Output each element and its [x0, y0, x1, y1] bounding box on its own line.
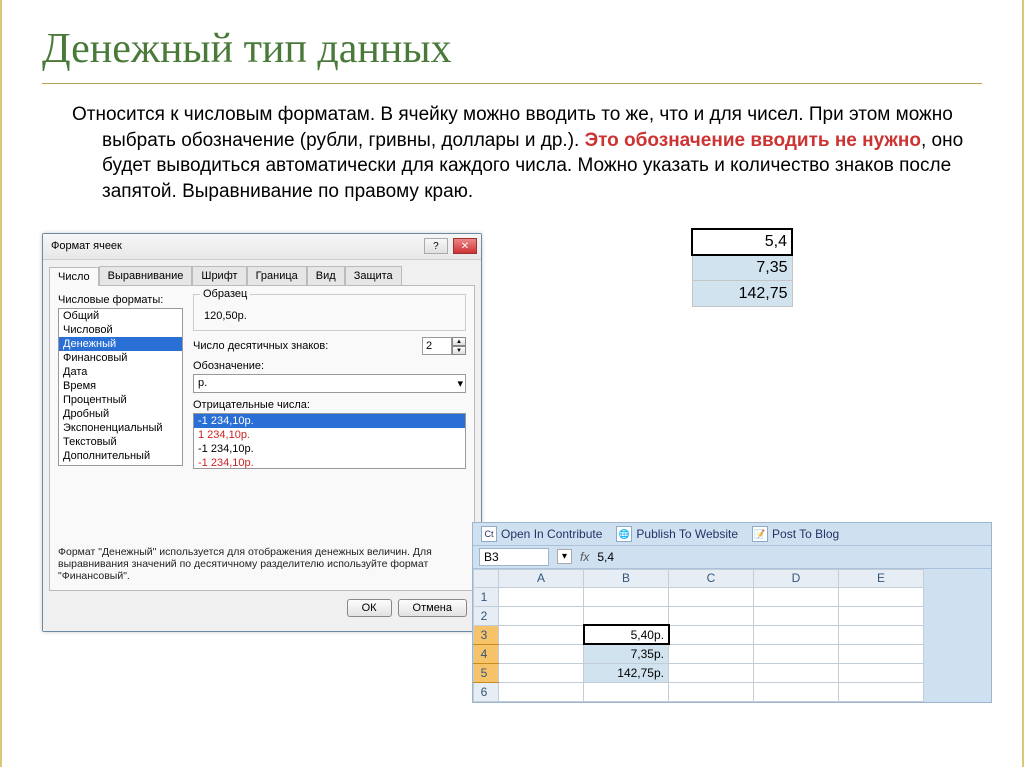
name-box[interactable]: B3	[479, 548, 549, 566]
list-item[interactable]: Процентный	[59, 393, 182, 407]
sample-box: Образец 120,50р.	[193, 294, 466, 331]
ok-button[interactable]: ОК	[347, 599, 392, 617]
col-header[interactable]: A	[499, 569, 584, 587]
publish-icon: 🌐	[616, 526, 632, 542]
list-item[interactable]: -1 234,10р.	[194, 442, 465, 456]
formats-listbox[interactable]: Общий Числовой Денежный Финансовый Дата …	[58, 308, 183, 466]
excel-sheet: CtOpen In Contribute 🌐Publish To Website…	[472, 522, 992, 703]
row-header[interactable]: 6	[474, 682, 499, 701]
list-item[interactable]: Экспоненциальный	[59, 421, 182, 435]
cell[interactable]: 142,75	[692, 281, 792, 307]
designation-combo[interactable]: р. ▾	[193, 374, 466, 393]
cell[interactable]: 7,35р.	[584, 644, 669, 663]
list-item[interactable]: -1 234,10р.	[194, 456, 465, 470]
row-header[interactable]: 3	[474, 625, 499, 644]
excel-grid[interactable]: A B C D E 1 2 35,40р. 47,35р. 5142,75р. …	[473, 569, 924, 702]
contribute-icon: Ct	[481, 526, 497, 542]
row-header[interactable]: 1	[474, 587, 499, 606]
col-header[interactable]: E	[839, 569, 924, 587]
cell[interactable]: 5,4	[692, 229, 792, 255]
select-all[interactable]	[474, 569, 499, 587]
cell[interactable]: 142,75р.	[584, 663, 669, 682]
list-item[interactable]: Дата	[59, 365, 182, 379]
cancel-button[interactable]: Отмена	[398, 599, 467, 617]
spin-down-icon[interactable]: ▼	[452, 346, 466, 355]
tab-font[interactable]: Шрифт	[192, 266, 246, 285]
dropdown-icon[interactable]: ▾	[557, 549, 572, 564]
negatives-list[interactable]: -1 234,10р. 1 234,10р. -1 234,10р. -1 23…	[193, 413, 466, 469]
body-text: Относится к числовым форматам. В ячейку …	[72, 102, 982, 205]
dialog-close-button[interactable]: ✕	[453, 238, 477, 254]
format-footnote: Формат "Денежный" используется для отобр…	[58, 546, 466, 582]
fx-icon[interactable]: fx	[580, 550, 589, 564]
chevron-down-icon[interactable]: ▾	[457, 377, 463, 390]
blog-icon: 📝	[752, 526, 768, 542]
page-title: Денежный тип данных	[42, 25, 982, 84]
spin-up-icon[interactable]: ▲	[452, 337, 466, 346]
col-header[interactable]: D	[754, 569, 839, 587]
list-item[interactable]: Дробный	[59, 407, 182, 421]
dialog-title: Формат ячеек	[51, 240, 122, 252]
cell[interactable]: 7,35	[692, 255, 792, 281]
list-item[interactable]: Денежный	[59, 337, 182, 351]
formula-bar[interactable]: 5,4	[597, 550, 614, 564]
dialog-help-button[interactable]: ?	[424, 238, 448, 254]
designation-label: Обозначение:	[193, 360, 466, 372]
tab-protection[interactable]: Защита	[345, 266, 402, 285]
tab-view[interactable]: Вид	[307, 266, 345, 285]
tab-alignment[interactable]: Выравнивание	[99, 266, 193, 285]
col-header[interactable]: C	[669, 569, 754, 587]
open-in-contribute-button[interactable]: CtOpen In Contribute	[481, 526, 602, 542]
cell[interactable]: 5,40р.	[584, 625, 669, 644]
list-item[interactable]: Текстовый	[59, 435, 182, 449]
row-header[interactable]: 2	[474, 606, 499, 625]
list-item[interactable]: (все форматы)	[59, 463, 182, 466]
dialog-tabs: Число Выравнивание Шрифт Граница Вид Защ…	[49, 266, 475, 286]
decimals-input[interactable]	[422, 337, 452, 355]
list-item[interactable]: Дополнительный	[59, 449, 182, 463]
row-header[interactable]: 5	[474, 663, 499, 682]
list-item[interactable]: Числовой	[59, 323, 182, 337]
publish-to-website-button[interactable]: 🌐Publish To Website	[616, 526, 738, 542]
small-grid: 5,4 7,35 142,75	[592, 228, 892, 308]
list-item[interactable]: 1 234,10р.	[194, 428, 465, 442]
post-to-blog-button[interactable]: 📝Post To Blog	[752, 526, 839, 542]
col-header[interactable]: B	[584, 569, 669, 587]
list-item[interactable]: Время	[59, 379, 182, 393]
list-item[interactable]: Общий	[59, 309, 182, 323]
list-item[interactable]: Финансовый	[59, 351, 182, 365]
sample-value: 120,50р.	[200, 310, 459, 322]
excel-toolbar: CtOpen In Contribute 🌐Publish To Website…	[473, 523, 991, 546]
negatives-label: Отрицательные числа:	[193, 399, 466, 411]
decimals-label: Число десятичных знаков:	[193, 340, 416, 352]
format-cells-dialog: Формат ячеек ? ✕ Число Выравнивание Шриф…	[42, 233, 482, 632]
list-item[interactable]: -1 234,10р.	[194, 414, 465, 428]
tab-border[interactable]: Граница	[247, 266, 307, 285]
formats-label: Числовые форматы:	[58, 294, 183, 306]
tab-number[interactable]: Число	[49, 267, 99, 286]
row-header[interactable]: 4	[474, 644, 499, 663]
